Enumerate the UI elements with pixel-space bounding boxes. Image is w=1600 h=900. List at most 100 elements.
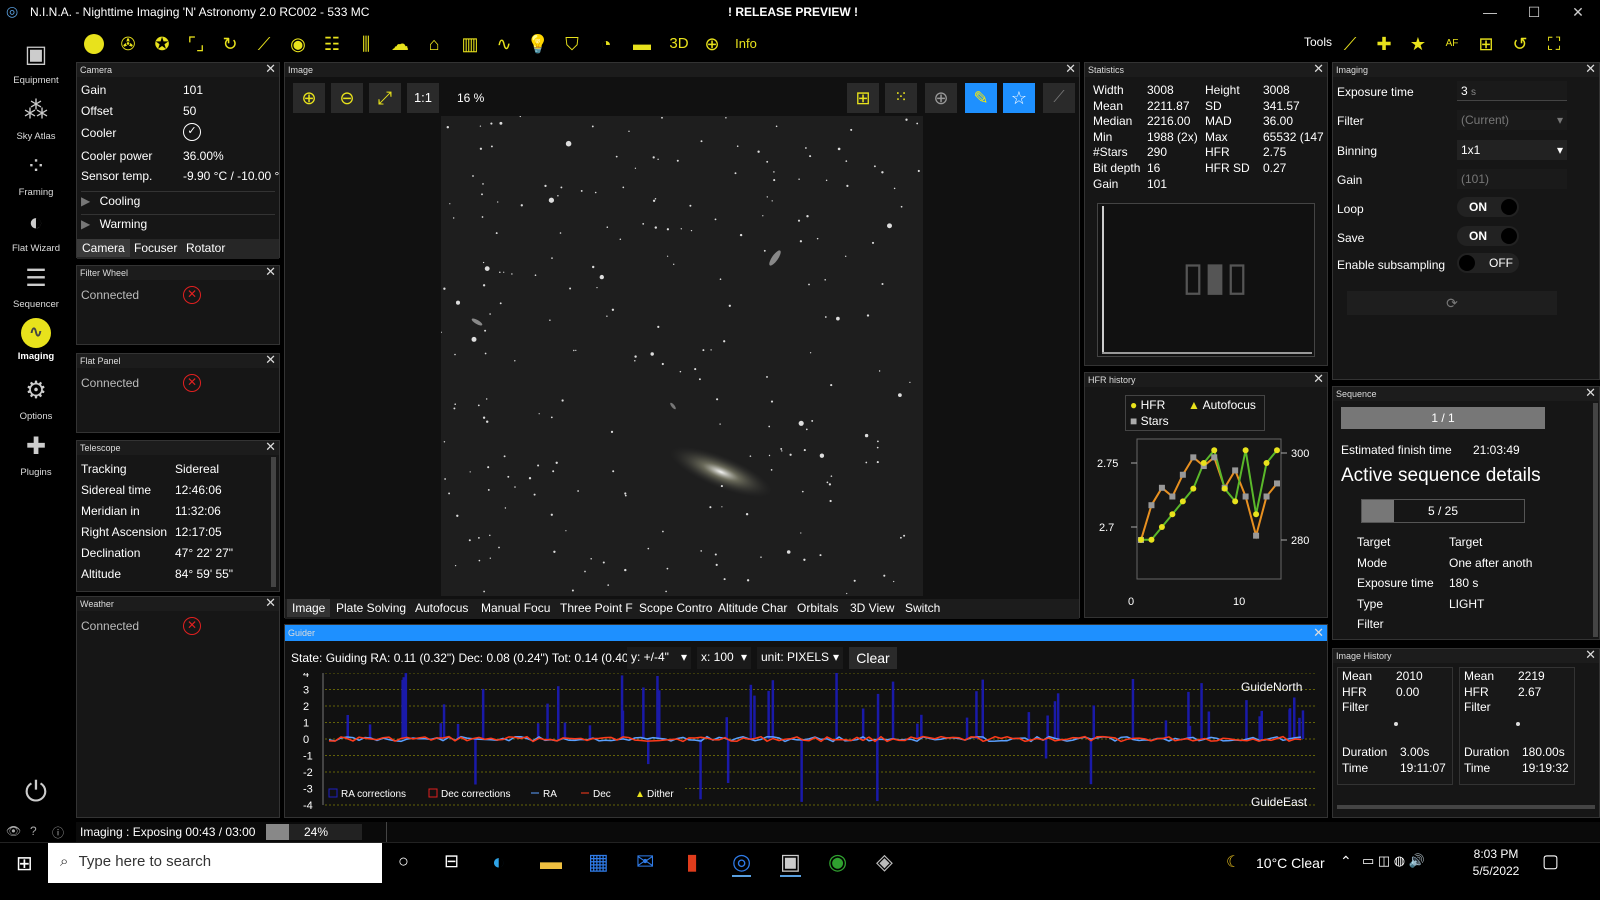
tab-rotator[interactable]: Rotator [181,239,230,257]
history-item[interactable]: Mean 2010 HFR 0.00 Filter Duration 3.00s Time 19… [1337,667,1453,785]
cooling-expander[interactable]: ▶ Cooling [81,191,275,208]
bar-chart-icon[interactable]: ▥ [458,32,482,56]
tray-icons[interactable]: ▭ ◫ ◍ 🔊 [1362,853,1425,869]
actual-size-button[interactable]: 1:1 [407,83,439,113]
edge-icon[interactable]: ◐ [492,849,505,875]
flat-panel-icon[interactable]: ◔ [594,32,618,56]
tab-manual-focus[interactable]: Manual Focu [476,599,555,617]
clock-date[interactable]: 5/5/2022 [1466,864,1526,878]
horizontal-scrollbar[interactable] [1337,805,1595,809]
auto-stretch-icon[interactable]: ✎ [965,83,997,113]
close-button[interactable]: ✕ [1556,0,1600,24]
3d-button[interactable]: 3D [664,32,694,56]
help-icon[interactable]: ? [30,824,37,838]
history-item[interactable]: Mean 2219 HFR 2.67 Filter Duration 180.00s Time… [1459,667,1575,785]
notification-icon[interactable]: ▢ [1542,851,1559,872]
warming-expander[interactable]: ▶ Warming [81,214,275,231]
maximize-button[interactable]: ☐ [1512,0,1556,24]
rotate-icon[interactable]: ↻ [218,32,242,56]
chevron-up-icon[interactable]: ⌃ [1340,853,1352,870]
tool-crosshair-icon[interactable]: ✚ [1372,32,1396,56]
sidebar-item-sequencer[interactable]: ☰ Sequencer [0,262,72,310]
satellite-icon[interactable]: ⟋ [1043,83,1075,113]
guider-icon[interactable]: ◉ [286,32,310,56]
subsampling-toggle[interactable]: OFF [1457,253,1519,273]
close-icon[interactable]: ✕ [1065,62,1076,76]
sidebar-item-options[interactable]: ⚙ Options [0,374,72,422]
sidebar-item-plugins[interactable]: ✚ Plugins [0,430,72,478]
close-icon[interactable]: ✕ [1313,372,1324,386]
close-icon[interactable]: ✕ [265,596,276,610]
tool-af-icon[interactable]: AF [1440,32,1464,56]
capture-button[interactable]: ⟳ [1347,291,1557,315]
power-icon[interactable]: ⏻ [0,776,72,809]
zoom-in-icon[interactable]: ⊕ [293,83,325,113]
app-taskbar-icon[interactable]: ▣ [780,849,801,877]
store-icon[interactable]: ▦ [588,849,609,875]
info-device-icon[interactable]: ⊕ [700,32,724,56]
close-icon[interactable]: ✕ [1585,648,1596,662]
binning-select[interactable]: 1x1 ▾ [1457,140,1567,160]
sidebar-item-framing[interactable]: ⁘ Framing [0,150,72,198]
close-icon[interactable]: ✕ [265,265,276,279]
y-range-select[interactable]: y: +/-4" ▾ [627,647,691,669]
filter-select[interactable]: (Current) ▾ [1457,110,1567,130]
gain-input[interactable]: (101) [1457,169,1567,189]
tool-platesolve-icon[interactable]: ⊞ [1474,32,1498,56]
tab-image[interactable]: Image [287,599,331,617]
nina-taskbar-icon[interactable]: ◎ [732,849,752,877]
tab-autofocus[interactable]: Autofocus [410,599,473,617]
cloud-icon[interactable]: ☁ [388,32,412,56]
dome-icon[interactable]: ⌂ [422,32,446,56]
exposure-time-input[interactable]: 3 s [1457,81,1567,101]
list-icon[interactable]: ☷ [320,32,344,56]
tab-orbitals[interactable]: Orbitals [792,599,843,617]
phd2-taskbar-icon[interactable]: ◉ [828,849,847,875]
tab-three-point[interactable]: Three Point F [555,599,638,617]
tool-star-icon[interactable]: ★ [1406,32,1430,56]
sidebar-item-equipment[interactable]: ▣ Equipment [0,38,72,86]
save-toggle[interactable]: ON [1457,226,1519,246]
zoom-out-icon[interactable]: ⊖ [331,83,363,113]
video-icon[interactable]: ▬ [630,32,654,56]
sidebar-item-flat-wizard[interactable]: ◐ Flat Wizard [0,206,72,254]
sidebar-item-imaging[interactable]: ∿ Imaging [0,318,72,362]
info-icon[interactable]: ⓘ [52,824,64,841]
eye-icon[interactable]: 👁 [6,824,21,838]
crosshair-icon[interactable]: ⊕ [925,83,957,113]
lightbulb-icon[interactable]: 💡 [526,32,550,56]
filterwheel-device-icon[interactable]: ✇ [116,32,140,56]
rotator-frame-icon[interactable]: ⌜⌟ [184,32,208,56]
task-view-icon[interactable]: ○ [398,851,409,872]
windows-start-icon[interactable]: ⊞ [16,851,33,876]
tab-plate-solving[interactable]: Plate Solving [331,599,411,617]
star-detect-icon[interactable]: ⁙ [885,83,917,113]
grid-icon[interactable]: ⊞ [847,83,879,113]
star-icon[interactable]: ☆ [1003,83,1035,113]
tab-switch[interactable]: Switch [900,599,945,617]
switch-icon[interactable]: ⫼ [354,32,378,56]
focuser-device-icon[interactable]: ✪ [150,32,174,56]
tool-telescope-icon[interactable]: ⟋ [1338,32,1362,56]
tab-scope-control[interactable]: Scope Contro [634,599,717,617]
mail-icon[interactable]: ✉ [636,849,654,875]
tool-frame-icon[interactable]: ⛶ [1542,32,1566,56]
wave-icon[interactable]: ∿ [492,32,516,56]
tool-taskbar-icon[interactable]: ◈ [876,849,893,875]
close-icon[interactable]: ✕ [1585,62,1596,76]
close-icon[interactable]: ✕ [1313,62,1324,76]
info-button[interactable]: Info [726,32,766,56]
tab-altitude-chart[interactable]: Altitude Char [713,599,792,617]
taskbar-weather[interactable]: 10°C Clear [1256,855,1325,871]
widgets-icon[interactable]: ⊟ [444,851,459,872]
clock-time[interactable]: 8:03 PM [1466,847,1526,861]
tab-camera[interactable]: Camera [77,239,130,257]
x-range-select[interactable]: x: 100 ▾ [697,647,751,669]
unit-select[interactable]: unit: PIXELS ▾ [757,647,843,669]
office-icon[interactable]: ▮ [686,849,698,875]
close-icon[interactable]: ✕ [1313,625,1324,641]
telescope-icon[interactable]: ⟋ [252,32,276,56]
taskbar-search[interactable]: ⌕ Type here to search [48,843,382,883]
tab-3d-view[interactable]: 3D View [845,599,899,617]
close-icon[interactable]: ✕ [265,353,276,367]
